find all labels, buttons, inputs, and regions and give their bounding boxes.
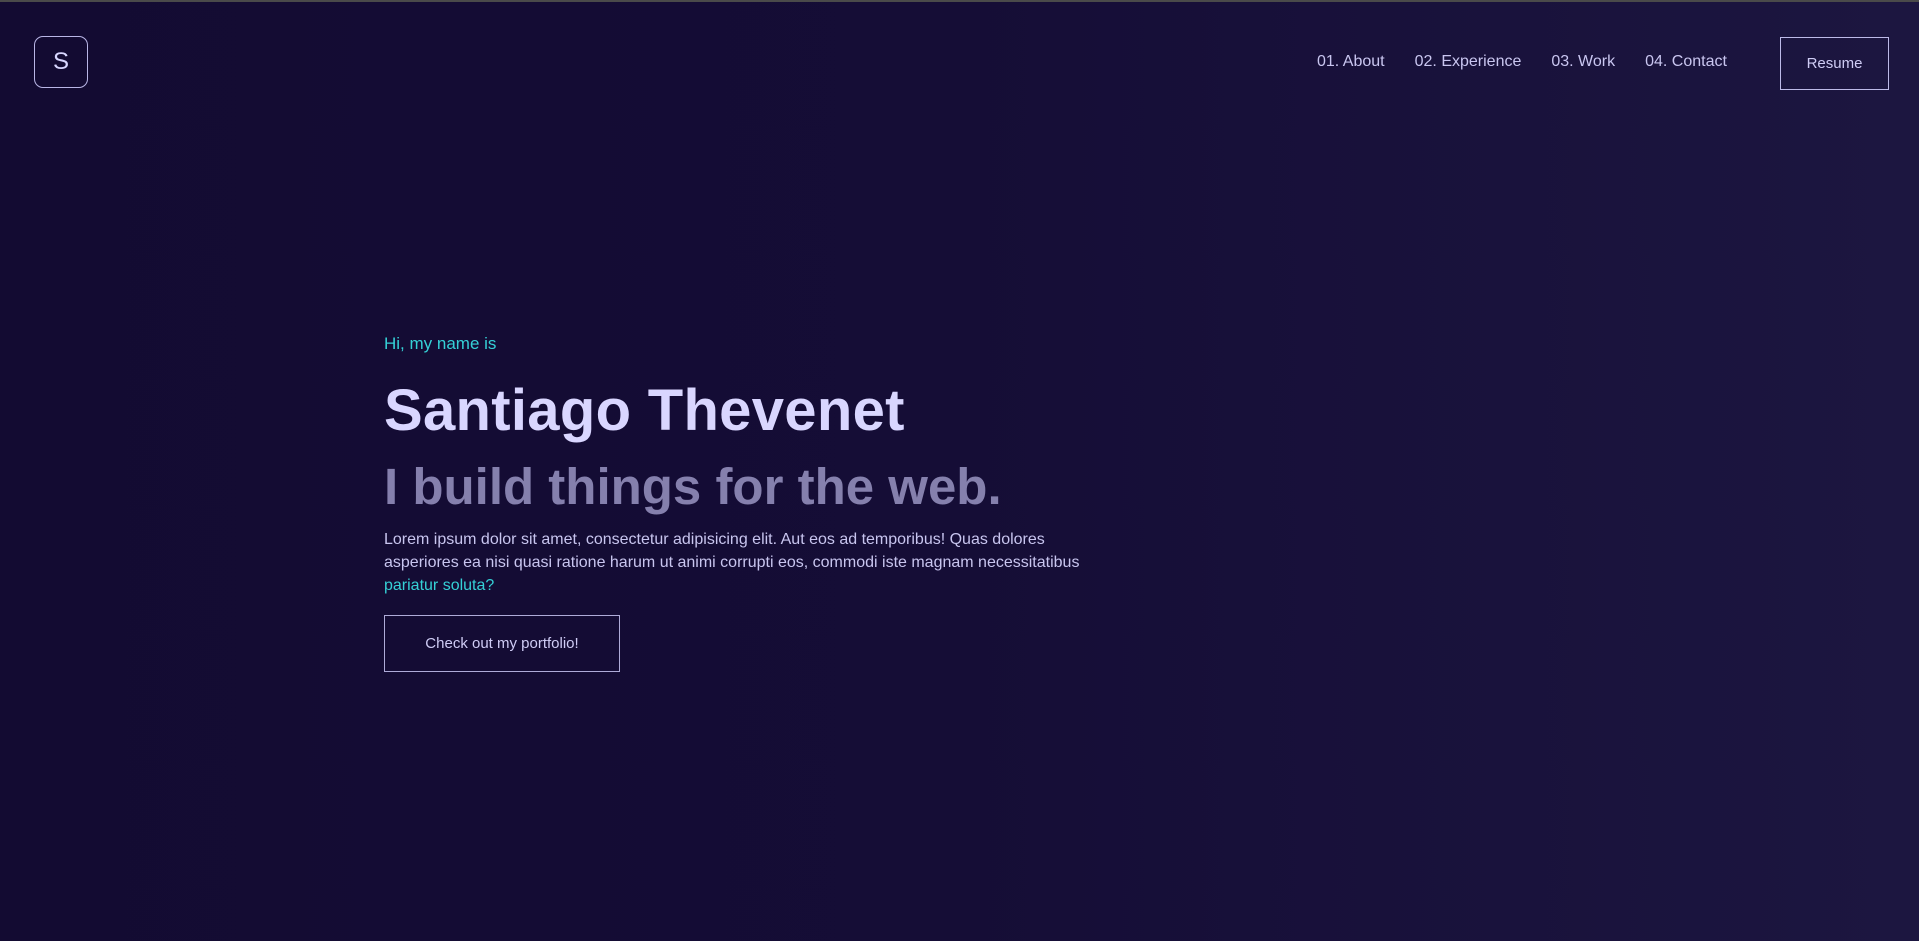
hero-name: Santiago Thevenet — [384, 378, 905, 443]
hero-section: Hi, my name is Santiago Thevenet I build… — [384, 332, 1084, 672]
top-border — [0, 0, 1919, 2]
hero-greeting: Hi, my name is — [384, 334, 497, 353]
portfolio-button-label: Check out my portfolio! — [425, 635, 579, 652]
nav-item-about[interactable]: 01. About — [1317, 51, 1385, 73]
portfolio-button[interactable]: Check out my portfolio! — [384, 615, 620, 672]
logo-letter: S — [52, 48, 69, 75]
resume-button[interactable]: Resume — [1780, 37, 1889, 90]
hero-tagline: I build things for the web. — [384, 458, 1002, 515]
nav-item-work[interactable]: 03. Work — [1551, 51, 1615, 73]
main-nav: 01. About 02. Experience 03. Work 04. Co… — [1317, 51, 1757, 73]
hero-description-link[interactable]: pariatur soluta? — [384, 577, 494, 594]
hero-description: Lorem ipsum dolor sit amet, consectetur … — [384, 528, 1084, 597]
logo-button[interactable]: S — [34, 36, 88, 88]
nav-item-experience[interactable]: 02. Experience — [1415, 51, 1522, 73]
resume-button-label: Resume — [1806, 55, 1863, 72]
nav-item-contact[interactable]: 04. Contact — [1645, 51, 1727, 73]
hero-description-text: Lorem ipsum dolor sit amet, consectetur … — [384, 531, 1080, 571]
